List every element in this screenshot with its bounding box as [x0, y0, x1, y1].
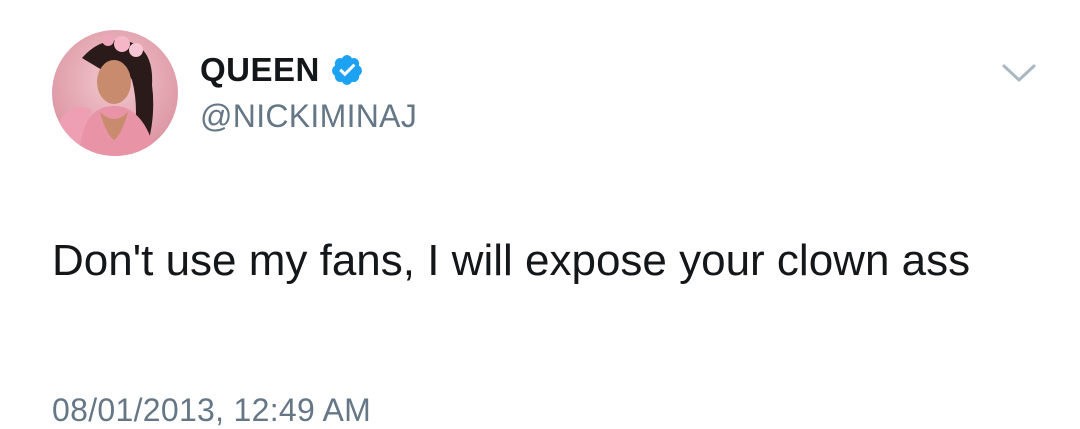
display-name[interactable]: QUEEN: [200, 51, 320, 89]
user-handle[interactable]: @NICKIMINAJ: [200, 98, 417, 135]
display-name-row: QUEEN: [200, 50, 364, 90]
avatar[interactable]: [52, 30, 178, 156]
tweet-card: QUEEN @NICKIMINAJ Don't use my fans, I w…: [0, 0, 1080, 428]
avatar-image: [52, 30, 178, 156]
chevron-down-icon[interactable]: [1000, 60, 1038, 86]
tweet-timestamp[interactable]: 08/01/2013, 12:49 AM: [52, 392, 371, 429]
verified-badge-icon: [330, 53, 364, 87]
tweet-text: Don't use my fans, I will expose your cl…: [52, 236, 971, 285]
